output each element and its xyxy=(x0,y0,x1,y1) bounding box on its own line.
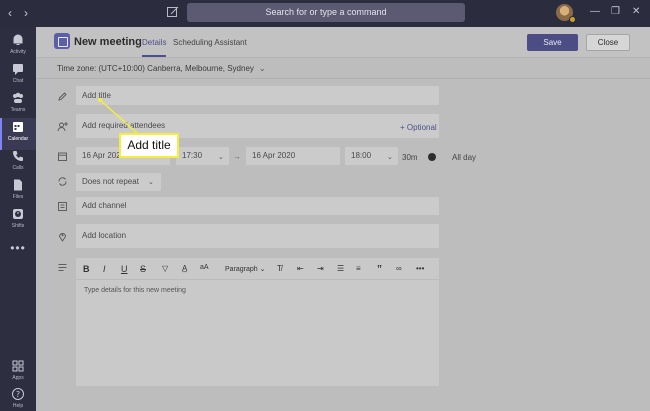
numbered-list-icon[interactable]: ≡ xyxy=(356,264,361,273)
add-person-icon xyxy=(57,122,68,132)
app-item-label: Chat xyxy=(12,78,24,84)
help-icon: ? xyxy=(12,388,24,400)
back-icon[interactable]: ‹ xyxy=(8,6,12,20)
bell-icon xyxy=(13,34,23,45)
end-date-picker[interactable]: 16 Apr 2020 xyxy=(246,147,340,165)
clear-format-icon[interactable]: T̸ xyxy=(277,264,282,273)
app-item-label: Teams xyxy=(10,107,26,113)
font-size-icon[interactable]: aA xyxy=(200,264,209,271)
meeting-icon xyxy=(54,33,70,49)
chevron-down-icon: ⌄ xyxy=(387,154,393,161)
app-item-calendar[interactable]: Calendar xyxy=(0,118,36,150)
timezone-label: Time zone: (UTC+10:00) Canberra, Melbour… xyxy=(57,64,254,73)
arrow-right-icon: → xyxy=(233,152,241,161)
paragraph-label: Paragraph xyxy=(225,266,258,273)
page-title: New meeting xyxy=(74,36,142,48)
more-options-icon[interactable]: ••• xyxy=(416,264,424,273)
end-time-value: 18:00 xyxy=(351,151,372,160)
details-editor[interactable]: B I U S ▽ A̲ aA Paragraph ⌄ T̸ ⇤ ⇥ ☰ ≡ ”… xyxy=(76,258,439,386)
channel-input[interactable]: Add channel xyxy=(76,197,439,215)
details-placeholder: Type details for this new meeting xyxy=(84,287,186,294)
increase-indent-icon[interactable]: ⇥ xyxy=(317,264,324,273)
chevron-down-icon: ⌄ xyxy=(258,64,266,73)
teams-icon xyxy=(13,92,23,103)
tab-scheduling-assistant[interactable]: Scheduling Assistant xyxy=(173,38,247,47)
app-bar: Activity Chat Teams Calendar Calls Files… xyxy=(0,27,36,411)
app-item-help[interactable]: ? Help xyxy=(0,385,36,411)
close-icon[interactable]: ✕ xyxy=(632,6,640,17)
strikethrough-icon[interactable]: S xyxy=(140,264,146,274)
phone-icon xyxy=(13,151,23,161)
italic-icon[interactable]: I xyxy=(103,264,106,274)
file-icon xyxy=(14,179,22,191)
location-icon xyxy=(59,233,66,242)
divider xyxy=(36,78,650,79)
app-item-label: Calendar xyxy=(7,136,29,142)
title-input[interactable]: Add title xyxy=(76,86,439,105)
highlight-icon[interactable]: ▽ xyxy=(162,264,168,273)
location-input[interactable]: Add location xyxy=(76,224,439,248)
apps-icon xyxy=(12,360,24,372)
compose-icon[interactable] xyxy=(166,5,180,19)
app-item-files[interactable]: Files xyxy=(0,176,36,208)
start-time-value: 17:30 xyxy=(182,151,203,160)
forward-icon[interactable]: › xyxy=(24,6,28,20)
timezone-selector[interactable]: Time zone: (UTC+10:00) Canberra, Melbour… xyxy=(57,64,266,73)
underline-icon[interactable]: U xyxy=(121,264,128,274)
calendar-icon xyxy=(13,122,23,132)
presence-badge xyxy=(569,16,576,23)
font-color-icon[interactable]: A̲ xyxy=(182,264,187,273)
tab-details[interactable]: Details xyxy=(142,38,167,57)
chevron-down-icon: ⌄ xyxy=(148,179,154,186)
meeting-header: New meeting Details Scheduling Assistant… xyxy=(36,27,650,58)
app-item-calls[interactable]: Calls xyxy=(0,147,36,179)
app-item-activity[interactable]: Activity xyxy=(0,31,36,63)
app-item-teams[interactable]: Teams xyxy=(0,89,36,121)
avatar[interactable] xyxy=(556,4,576,23)
app-item-label: Shifts xyxy=(11,223,25,229)
calendar-icon xyxy=(58,152,67,161)
all-day-label: All day xyxy=(452,153,477,162)
chevron-down-icon: ⌄ xyxy=(218,154,224,161)
app-item-chat[interactable]: Chat xyxy=(0,60,36,92)
minimize-icon[interactable]: — xyxy=(590,6,600,17)
bulleted-list-icon[interactable]: ☰ xyxy=(337,264,344,273)
bold-icon[interactable]: B xyxy=(83,264,90,274)
editor-toolbar: B I U S ▽ A̲ aA Paragraph ⌄ T̸ ⇤ ⇥ ☰ ≡ ”… xyxy=(76,258,439,280)
link-icon[interactable]: ∞ xyxy=(396,264,402,273)
more-apps-button[interactable]: ••• xyxy=(0,239,36,259)
svg-text:?: ? xyxy=(16,390,20,399)
pencil-icon xyxy=(58,92,67,101)
repeat-icon xyxy=(58,177,67,186)
more-icon: ••• xyxy=(10,241,26,255)
app-item-label: Help xyxy=(12,403,24,409)
repeat-value: Does not repeat xyxy=(82,177,139,186)
add-title-callout: Add title xyxy=(119,133,179,158)
app-item-label: Files xyxy=(12,194,24,200)
maximize-icon[interactable]: ❐ xyxy=(611,6,620,17)
shifts-icon xyxy=(13,209,23,219)
decrease-indent-icon[interactable]: ⇤ xyxy=(297,264,304,273)
close-button[interactable]: Close xyxy=(586,34,630,51)
optional-attendees-link[interactable]: + Optional xyxy=(400,123,437,132)
all-day-toggle[interactable] xyxy=(428,153,436,161)
channel-icon xyxy=(58,202,67,211)
title-bar: ‹ › Search for or type a command — ❐ ✕ xyxy=(0,0,650,27)
app-item-label: Activity xyxy=(10,49,26,55)
app-item-label: Apps xyxy=(12,375,24,381)
duration-label: 30m xyxy=(402,153,418,162)
quote-icon[interactable]: ” xyxy=(377,264,382,275)
details-icon xyxy=(58,264,67,271)
paragraph-select[interactable]: Paragraph ⌄ xyxy=(225,265,266,273)
app-item-label: Calls xyxy=(12,165,24,171)
app-item-shifts[interactable]: Shifts xyxy=(0,205,36,237)
chat-icon xyxy=(13,64,23,75)
search-input[interactable]: Search for or type a command xyxy=(187,3,465,22)
save-button[interactable]: Save xyxy=(527,34,578,51)
